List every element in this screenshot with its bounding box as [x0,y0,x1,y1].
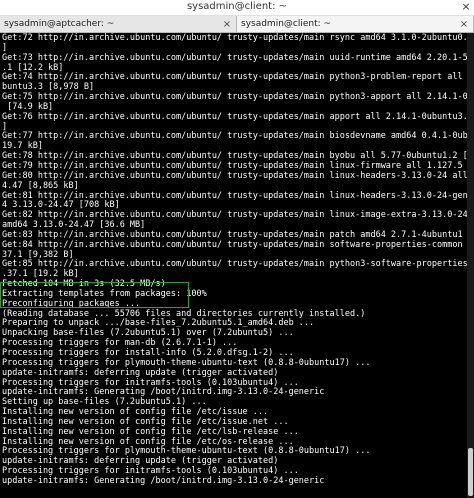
title-bar: sysadmin@client: ~ × [0,0,474,16]
terminal-output[interactable]: Get:72 http://in.archive.ubuntu.com/ubun… [0,33,467,498]
tab-label: sysadmin@client: ~ [241,19,332,29]
terminal-line: Get:72 http://in.archive.ubuntu.com/ubun… [2,33,467,43]
tab-aptcacher[interactable]: sysadmin@aptcacher: ~ × [0,16,237,32]
terminal-window: sysadmin@client: ~ × sysadmin@aptcacher:… [0,0,474,498]
terminal-scrollbar[interactable] [467,33,474,498]
tab-label: sysadmin@aptcacher: ~ [4,19,115,29]
terminal-line: Get:75 http://in.archive.ubuntu.com/ubun… [2,92,467,103]
terminal-line: Get:76 http://in.archive.ubuntu.com/ubun… [2,111,467,122]
tab-bar: sysadmin@aptcacher: ~ × sysadmin@client:… [0,16,474,33]
tab-client[interactable]: sysadmin@client: ~ × [237,16,474,32]
terminal-line: Get:77 http://in.archive.ubuntu.com/ubun… [2,131,467,142]
terminal-line: update-initramfs: Generating /boot/initr… [2,475,325,486]
terminal-line: Get:73 http://in.archive.ubuntu.com/ubun… [2,52,467,63]
window-title: sysadmin@client: ~ [186,1,288,12]
scrollbar-thumb[interactable] [468,448,473,496]
terminal-text: Get:72 http://in.archive.ubuntu.com/ubun… [0,33,467,487]
window-close-icon[interactable]: × [461,1,471,12]
tab-close-icon[interactable]: × [222,19,232,30]
tab-close-icon[interactable]: × [459,19,469,30]
